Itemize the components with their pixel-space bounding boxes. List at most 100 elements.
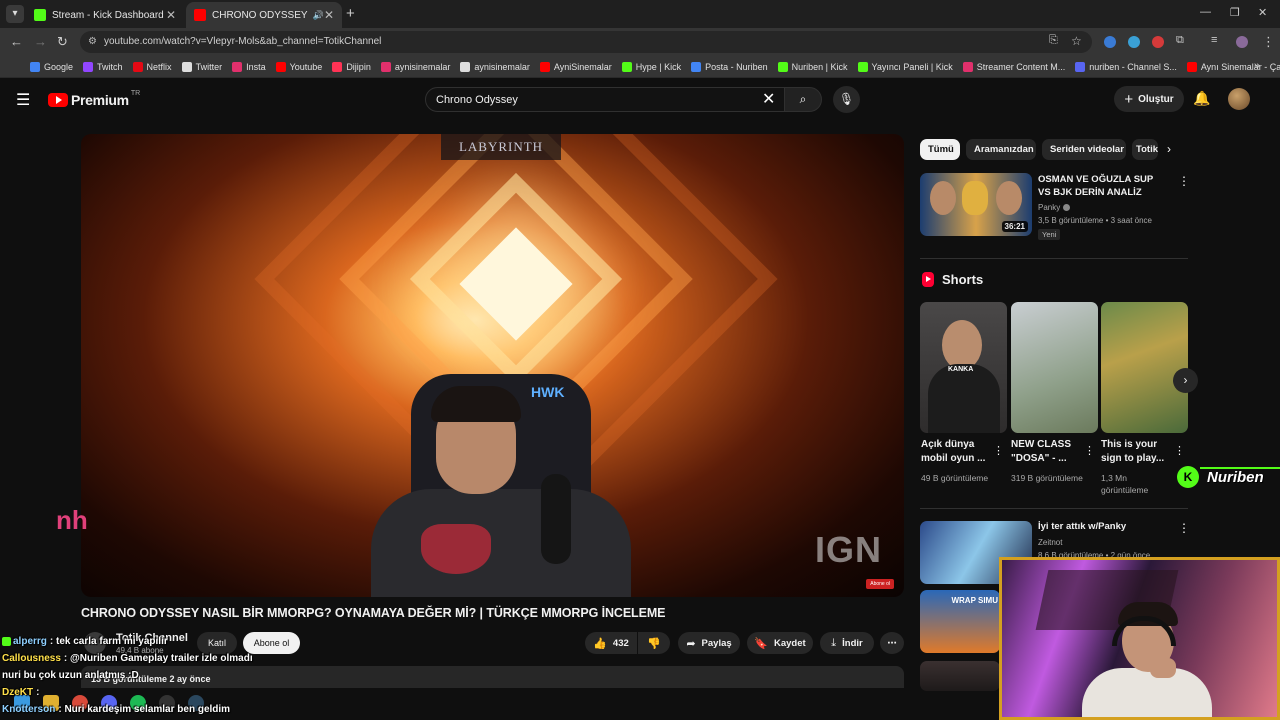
thumbs-down-icon: 👎 [647,637,661,650]
more-options-icon[interactable]: ⋮ [1174,444,1185,457]
video-presenter: HWK [341,364,661,597]
bookmark-favicon-icon [332,61,343,72]
bookmark-item[interactable]: Twitter [181,61,222,72]
search-button[interactable]: ⌕ [784,87,822,112]
chat-username: alperrg [13,636,47,647]
bookmark-item[interactable]: Streamer Content M... [962,61,1065,72]
create-button[interactable]: + Oluştur [1114,86,1184,112]
more-options-icon[interactable]: ⋮ [993,444,1004,457]
extension-globe-icon[interactable] [1128,36,1140,48]
chip-channel[interactable]: Totik [1132,139,1158,160]
bookmark-item[interactable]: AyniSinemalar [539,61,612,72]
chevron-right-icon[interactable]: › [1167,142,1171,156]
short-thumbnail[interactable] [1011,302,1098,433]
browser-tab-youtube[interactable]: CHRONO ODYSSEY NASIL B 🔊 ✕ [186,2,342,28]
bookmark-item[interactable]: nuriben - Channel S... [1075,61,1177,72]
bookmark-item[interactable]: aynisinemalar [460,61,530,72]
profile-avatar-icon[interactable] [1236,36,1248,48]
browser-menu-icon[interactable]: ⋮ [1262,34,1275,50]
share-button[interactable]: ➦ Paylaş [678,632,740,654]
bookmark-item[interactable]: Dijipin [332,61,371,72]
bookmark-item[interactable]: Youtube [275,61,323,72]
short-title[interactable]: This is your sign to play... [1101,438,1171,466]
site-info-icon[interactable]: ⚙ [88,31,97,53]
more-bookmarks-icon[interactable]: » [1254,60,1260,72]
extension-shield-icon[interactable] [1104,36,1116,48]
install-icon[interactable]: ⎘ [1049,34,1058,47]
minimize-icon[interactable]: — [1200,6,1211,18]
shirt-graphic [421,524,491,574]
like-button[interactable]: 👍 432 [585,632,637,654]
bookmark-item[interactable]: Nuriben | Kick [777,61,848,72]
recommended-channel[interactable]: Zeitnot [1038,538,1062,547]
search-input[interactable] [425,87,785,112]
short-title[interactable]: Açık dünya mobil oyun ... [921,438,991,466]
recommended-video-thumbnail[interactable]: WRAP SIMU [920,590,1000,653]
recommended-video-title[interactable]: İyi ter attık w/Panky [1038,521,1168,534]
account-avatar[interactable] [1228,88,1250,110]
chat-username: DzeKT [2,687,34,698]
extension-red-icon[interactable] [1152,36,1164,48]
chip-all[interactable]: Tümü [920,139,960,160]
bookmark-label: aynisinemalar [474,61,530,72]
dislike-button[interactable]: 👎 [638,632,670,654]
more-horizontal-icon: ⋯ [887,637,897,649]
more-options-icon[interactable]: ⋮ [1178,521,1190,535]
like-count: 432 [612,637,629,649]
new-badge: Yeni [1038,229,1061,240]
youtube-logo[interactable]: Premium TR [48,90,140,108]
short-title[interactable]: NEW CLASS "DOSA" - ... [1011,438,1081,466]
bookmark-label: Youtube [289,61,323,72]
download-button[interactable]: ⤓ İndir [820,632,874,654]
voice-search-button[interactable]: 🎙 [833,86,860,113]
bookmark-star-icon[interactable]: ☆ [1071,34,1082,48]
close-tab-icon[interactable]: ✕ [166,8,176,22]
stream-chat-overlay: alperrg: tek carla farm mi yapilir Callou… [2,633,253,718]
recommended-meta: 3,5 B görüntüleme • 3 saat önce [1038,216,1152,225]
bookmark-item[interactable]: Hype | Kick [621,61,681,72]
chip-from-search[interactable]: Aramanızdan [966,139,1036,160]
bookmark-item[interactable]: Netflix [132,61,172,72]
bookmark-item[interactable]: Google [30,61,73,72]
clear-search-icon[interactable]: ✕ [762,89,775,109]
short-thumbnail[interactable] [1101,302,1188,433]
short-thumbnail[interactable]: KANKA [920,302,1007,433]
bookmark-item[interactable]: aynisinemalar [380,61,450,72]
notifications-bell-icon[interactable]: 🔔 [1193,90,1210,107]
bookmark-item[interactable]: Posta - Nuriben [691,61,768,72]
more-actions-button[interactable]: ⋯ [880,632,904,654]
back-icon[interactable]: ← [10,34,23,49]
chip-series[interactable]: Seriden videolar [1042,139,1126,160]
bookmark-favicon-icon [275,61,286,72]
bookmark-icon: 🔖 [754,637,768,650]
reload-icon[interactable]: ↻ [57,34,68,50]
video-player[interactable]: LABYRINTH HWK IGN Abone ol [81,134,904,597]
browser-tab-kick[interactable]: Stream - Kick Dashboard ✕ [26,2,184,28]
restore-icon[interactable]: ❐ [1230,6,1240,19]
forward-icon[interactable]: → [34,34,47,49]
extensions-puzzle-icon[interactable]: ⧉ [1176,34,1184,47]
recommended-video-thumbnail[interactable] [920,661,1000,691]
shorts-next-button[interactable]: › [1173,368,1198,393]
more-options-icon[interactable]: ⋮ [1178,174,1190,188]
close-window-icon[interactable]: ✕ [1258,6,1267,19]
new-tab-icon[interactable]: + [346,5,355,22]
recommended-video-thumbnail[interactable]: 36:21 [920,173,1032,236]
stream-brand-logo: nh [56,505,88,535]
chat-text: nuri bu çok uzun anlatmış :D [2,670,139,681]
save-button[interactable]: 🔖 Kaydet [747,632,813,654]
bookmark-item[interactable]: Twitch [83,61,123,72]
bookmark-item[interactable]: Insta [232,61,266,72]
media-control-icon[interactable]: ≡ [1211,34,1217,46]
recommended-channel[interactable]: Panky [1038,203,1071,212]
more-options-icon[interactable]: ⋮ [1084,444,1095,457]
menu-icon[interactable]: ☰ [16,90,30,110]
url-field[interactable]: ⚙ youtube.com/watch?v=Vlepyr-Mols&ab_cha… [80,31,1092,53]
tab-search-icon[interactable]: ▾ [6,5,24,23]
close-tab-icon[interactable]: ✕ [324,8,334,22]
bookmark-item[interactable]: Aynı Sinemalar - Ça... [1186,61,1280,72]
speaker-icon[interactable]: 🔊 [313,10,324,21]
bookmark-item[interactable]: Yayıncı Paneli | Kick [857,61,953,72]
save-label: Kaydet [774,637,806,649]
recommended-video-title[interactable]: OSMAN VE OĞUZLA SUP VS BJK DERİN ANALİZ [1038,174,1168,199]
